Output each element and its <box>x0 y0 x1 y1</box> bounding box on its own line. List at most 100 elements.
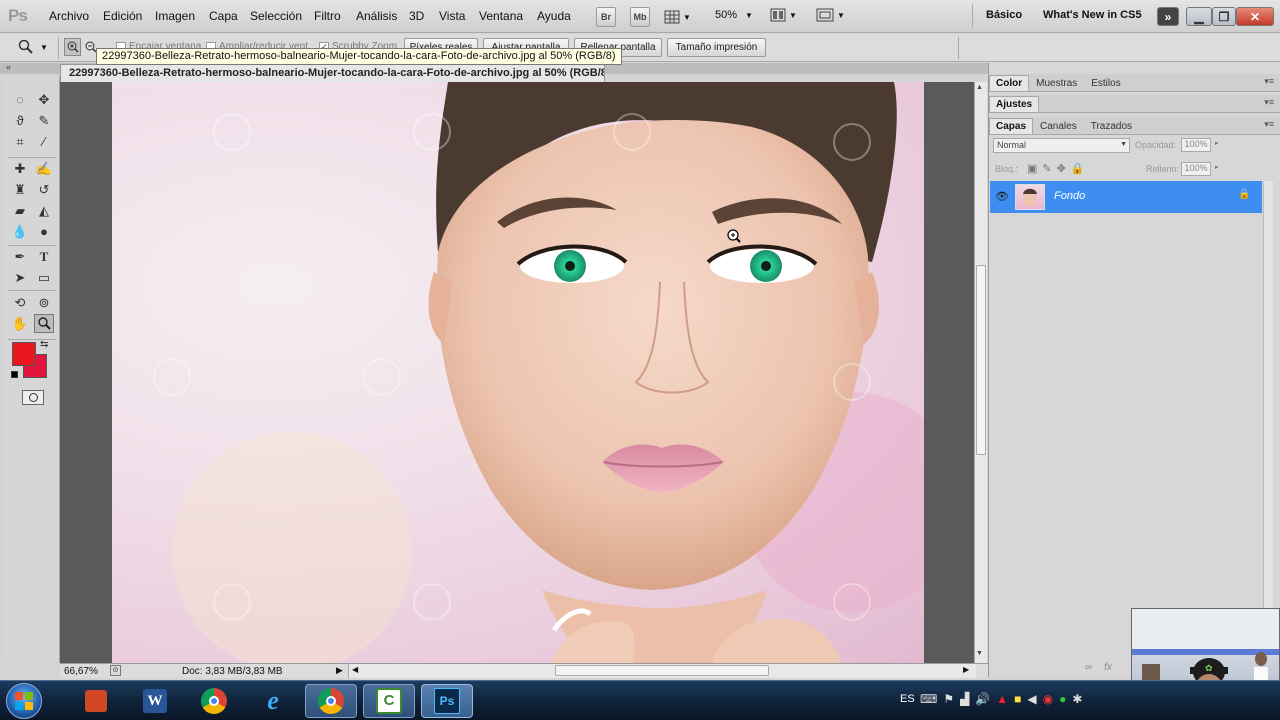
back-tray-icon[interactable]: ◀ <box>1027 692 1036 706</box>
lock-all-icon[interactable]: 🔒 <box>1071 162 1085 175</box>
menu-imagen[interactable]: Imagen <box>155 9 195 23</box>
canvas-area[interactable] <box>60 82 974 663</box>
recorder-tray-icon[interactable]: ◉ <box>1043 692 1053 706</box>
vertical-scrollbar[interactable]: ▲ ▼ <box>974 82 987 663</box>
zoom-dropdown[interactable]: 50% ▼ <box>715 9 753 21</box>
menu-vista[interactable]: Vista <box>439 9 465 23</box>
scroll-right-icon[interactable]: ▶ <box>963 665 969 674</box>
marquee-tool-icon[interactable]: ◌ <box>10 90 30 109</box>
move-tool-icon[interactable]: ✥ <box>34 90 54 109</box>
taskbar-photoshop[interactable]: Ps <box>421 684 473 718</box>
fill-input[interactable]: 100% <box>1181 162 1211 176</box>
layer-name[interactable]: Fondo <box>1054 190 1085 202</box>
brush-tool-icon[interactable]: ✍ <box>34 159 54 178</box>
notes-tray-icon[interactable]: ■ <box>1014 692 1021 706</box>
tab-adjustments[interactable]: Ajustes <box>989 96 1040 112</box>
taskbar-chrome-active[interactable] <box>305 684 357 718</box>
workspace-whats-new[interactable]: What's New in CS5 <box>1043 9 1142 21</box>
default-colors-icon[interactable] <box>11 371 18 378</box>
menu-analisis[interactable]: Análisis <box>356 9 397 23</box>
opacity-slider-arrow-icon[interactable]: ▸ <box>1215 139 1219 147</box>
clone-stamp-tool-icon[interactable]: ♜ <box>10 180 30 199</box>
network-icon[interactable]: ▟ <box>960 692 969 706</box>
scroll-thumb[interactable] <box>976 265 986 455</box>
visibility-eye-icon[interactable]: 👁 <box>995 190 1009 203</box>
quick-mask-button[interactable] <box>22 390 44 405</box>
volume-icon[interactable]: 🔊 <box>975 692 990 706</box>
update-tray-icon[interactable]: ● <box>1059 692 1066 706</box>
zoom-readout[interactable]: 66,67% <box>64 666 98 677</box>
minimize-button[interactable]: ▁ <box>1186 7 1212 26</box>
menu-seleccion[interactable]: Selección <box>250 9 302 23</box>
opacity-input[interactable]: 100% <box>1181 138 1211 152</box>
taskbar-chrome[interactable] <box>188 684 240 718</box>
hand-tool-icon[interactable]: ✋ <box>10 314 30 333</box>
blur-tool-icon[interactable]: 💧 <box>10 222 30 241</box>
paint-bucket-tool-icon[interactable]: ◭ <box>34 201 54 220</box>
scroll-left-icon[interactable]: ◀ <box>352 665 358 674</box>
tab-layers[interactable]: Capas <box>989 118 1034 134</box>
pdf-tray-icon[interactable]: ▲ <box>996 692 1008 706</box>
arrange-documents-button[interactable]: ▼ <box>770 8 797 22</box>
status-options-icon[interactable]: ⊙ <box>110 665 121 676</box>
scroll-down-icon[interactable]: ▼ <box>976 650 983 657</box>
start-button[interactable] <box>6 683 42 719</box>
collapse-left-icon[interactable]: « <box>6 62 11 72</box>
fill-slider-arrow-icon[interactable]: ▸ <box>1215 163 1219 171</box>
eraser-tool-icon[interactable]: ▰ <box>10 201 30 220</box>
taskbar-internet-explorer[interactable]: e <box>247 684 299 718</box>
bridge-button[interactable]: Br <box>596 7 616 27</box>
type-tool-icon[interactable]: T <box>34 247 54 266</box>
layer-row-background[interactable]: 👁 Fondo 🔒 <box>990 181 1262 213</box>
lasso-tool-icon[interactable]: ϑ <box>10 111 30 130</box>
eyedropper-tool-icon[interactable]: ⁄ <box>34 132 54 151</box>
menu-capa[interactable]: Capa <box>209 9 238 23</box>
zoom-tool-icon[interactable] <box>34 314 54 333</box>
lock-pixels-icon[interactable]: ✎ <box>1042 162 1051 175</box>
history-brush-tool-icon[interactable]: ↺ <box>34 180 54 199</box>
taskbar-word[interactable]: W <box>129 684 181 718</box>
mini-bridge-button[interactable]: Mb <box>630 7 650 27</box>
status-menu-arrow-icon[interactable]: ▶ <box>336 665 343 676</box>
3d-orbit-tool-icon[interactable]: ⊚ <box>34 293 54 312</box>
tab-swatches[interactable]: Muestras <box>1029 75 1084 91</box>
healing-brush-tool-icon[interactable]: ✚ <box>10 159 30 178</box>
workspace-basic[interactable]: Básico <box>986 9 1022 21</box>
menu-3d[interactable]: 3D <box>409 9 424 23</box>
panel-menu-icon[interactable]: ▾≡ <box>1264 97 1274 108</box>
view-extras-button[interactable]: ▼ <box>664 8 694 26</box>
shape-tool-icon[interactable]: ▭ <box>34 268 54 287</box>
layer-style-icon[interactable]: fx <box>1104 662 1112 673</box>
horizontal-scrollbar[interactable]: ◀ ▶ <box>348 664 976 678</box>
quick-selection-tool-icon[interactable]: ✎ <box>34 111 54 130</box>
foreground-color-swatch[interactable] <box>12 342 36 366</box>
menu-edicion[interactable]: Edición <box>103 9 142 23</box>
close-window-button[interactable]: ✕ <box>1236 7 1274 26</box>
pen-tool-icon[interactable]: ✒ <box>10 247 30 266</box>
tab-channels[interactable]: Canales <box>1033 118 1084 134</box>
scroll-up-icon[interactable]: ▲ <box>976 84 983 91</box>
tab-styles[interactable]: Estilos <box>1084 75 1127 91</box>
blend-mode-select[interactable]: Normal ▼ <box>993 138 1130 153</box>
panel-menu-icon[interactable]: ▾≡ <box>1264 119 1274 130</box>
tab-paths[interactable]: Trazados <box>1084 118 1139 134</box>
flag-icon[interactable]: ⚑ <box>943 692 954 706</box>
taskbar-powerpoint[interactable] <box>70 684 122 718</box>
panel-menu-icon[interactable]: ▾≡ <box>1264 76 1274 87</box>
keyboard-icon[interactable]: ⌨ <box>920 692 937 706</box>
swap-colors-icon[interactable]: ⇆ <box>40 339 48 350</box>
menu-filtro[interactable]: Filtro <box>314 9 341 23</box>
menu-ayuda[interactable]: Ayuda <box>537 9 571 23</box>
print-size-button[interactable]: Tamaño impresión <box>667 38 766 57</box>
3d-rotate-tool-icon[interactable]: ⟲ <box>10 293 30 312</box>
scroll-thumb[interactable] <box>555 665 769 676</box>
screen-mode-button[interactable]: ▼ <box>816 8 845 22</box>
wifi-tray-icon[interactable]: ✱ <box>1072 692 1082 706</box>
workspace-overflow-button[interactable]: » <box>1157 7 1179 26</box>
layers-scrollbar[interactable] <box>1263 181 1273 661</box>
lock-position-icon[interactable]: ✥ <box>1057 162 1066 175</box>
dodge-tool-icon[interactable]: ● <box>34 222 54 241</box>
restore-button[interactable]: ❐ <box>1212 7 1236 26</box>
crop-tool-icon[interactable]: ⌗ <box>10 132 30 151</box>
input-language[interactable]: ES <box>900 693 915 705</box>
